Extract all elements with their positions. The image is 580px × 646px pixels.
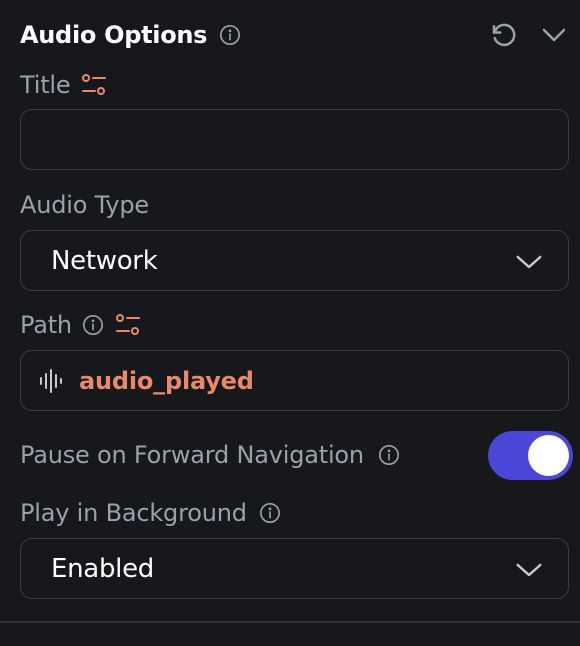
audio-waveform-icon — [37, 367, 65, 395]
chevron-down-icon — [539, 20, 569, 50]
collapse-button[interactable] — [538, 19, 570, 51]
header-actions — [488, 14, 570, 56]
path-chip[interactable]: audio_played — [37, 367, 254, 395]
path-field[interactable]: audio_played — [20, 350, 569, 411]
play-in-background-label: Play in Background — [20, 499, 247, 527]
pause-on-forward-toggle[interactable] — [488, 431, 573, 480]
audio-type-label-row: Audio Type — [20, 188, 149, 222]
audio-type-label: Audio Type — [20, 191, 149, 219]
info-icon[interactable] — [219, 24, 241, 46]
path-label-row: Path — [20, 308, 142, 342]
section-header: Audio Options — [20, 14, 570, 56]
title-field — [20, 109, 569, 170]
title-label: Title — [20, 71, 71, 99]
info-icon[interactable] — [378, 444, 400, 466]
pause-on-forward-label-row: Pause on Forward Navigation — [20, 438, 400, 472]
chevron-down-icon — [514, 247, 544, 277]
path-label: Path — [20, 311, 72, 339]
title-label-row: Title — [20, 68, 108, 102]
section-title: Audio Options — [20, 21, 208, 49]
chevron-down-icon — [514, 555, 544, 585]
play-in-background-select[interactable]: Enabled — [20, 538, 569, 599]
info-icon[interactable] — [82, 314, 104, 336]
variable-icon[interactable] — [80, 72, 108, 98]
audio-type-select[interactable]: Network — [20, 230, 569, 291]
play-in-background-value: Enabled — [51, 553, 154, 584]
reset-icon — [489, 20, 519, 50]
title-input[interactable] — [21, 110, 568, 169]
audio-type-value: Network — [51, 245, 158, 276]
reset-button[interactable] — [488, 19, 520, 51]
variable-icon[interactable] — [114, 312, 142, 338]
info-icon[interactable] — [259, 502, 281, 524]
play-in-background-label-row: Play in Background — [20, 496, 281, 530]
toggle-knob — [528, 435, 569, 476]
path-value: audio_played — [79, 366, 254, 395]
section-divider — [0, 621, 580, 623]
pause-on-forward-label: Pause on Forward Navigation — [20, 441, 364, 469]
